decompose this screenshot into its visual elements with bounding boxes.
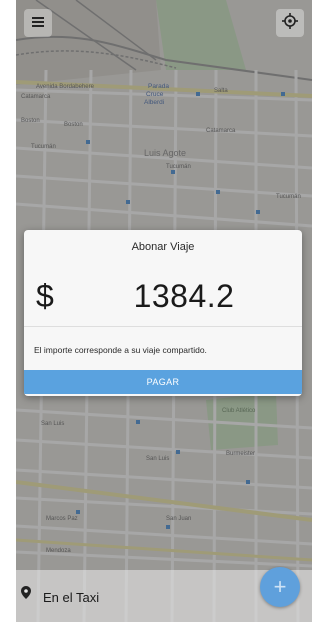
dialog-title: Abonar Viaje <box>131 241 195 253</box>
fare-amount: 1384.2 <box>133 278 235 314</box>
menu-button[interactable] <box>24 9 52 37</box>
trip-status-label: En el Taxi <box>43 590 100 605</box>
currency-symbol: $ <box>36 278 54 314</box>
app-screen: Avenida Bordabehere Salta Catamarca Bost… <box>16 0 312 622</box>
locate-button[interactable] <box>276 9 304 37</box>
dialog-message: El importe corresponde a su viaje compar… <box>34 345 207 355</box>
pay-button[interactable]: PAGAR <box>24 370 302 394</box>
add-button[interactable]: + <box>260 567 300 607</box>
payment-dialog: Abonar Viaje $ 1384.2 El importe corresp… <box>24 230 302 396</box>
dialog-divider <box>24 326 302 327</box>
crosshair-location-icon <box>282 12 298 34</box>
hamburger-menu-icon <box>32 14 44 32</box>
location-pin-icon <box>21 586 31 604</box>
plus-icon: + <box>273 574 287 599</box>
